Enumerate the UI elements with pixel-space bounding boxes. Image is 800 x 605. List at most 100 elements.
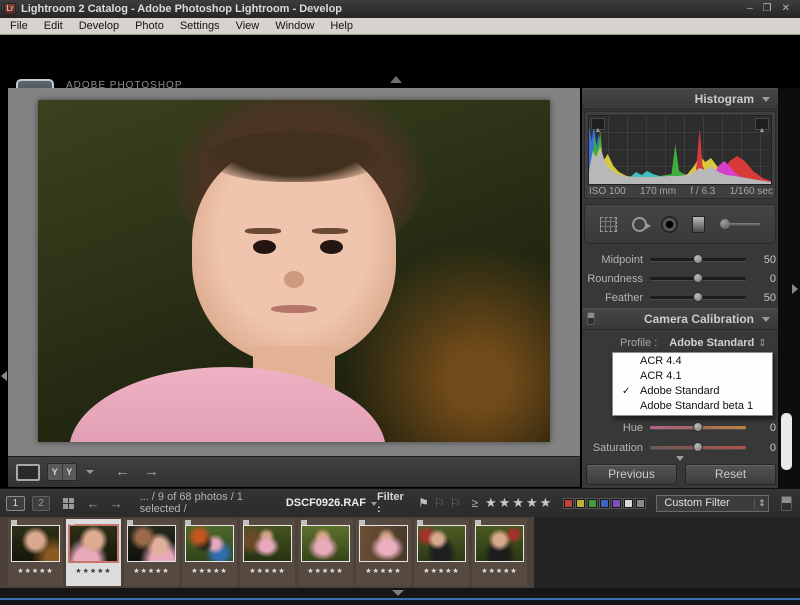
thumbnail-photo[interactable] [11, 525, 60, 562]
highlight-clipping-indicator-icon[interactable]: ▲ [755, 118, 769, 130]
hue-slider[interactable] [650, 426, 746, 429]
color-label-purple[interactable] [612, 499, 621, 508]
panel-enable-switch-icon[interactable] [587, 312, 595, 325]
roundness-value[interactable]: 0 [746, 273, 776, 285]
rating-gte-symbol[interactable]: ≥ [471, 496, 478, 510]
main-window-button[interactable]: 1 [6, 496, 25, 511]
filmstrip-back-arrow-icon[interactable]: ← [82, 496, 105, 511]
top-panel-collapse-arrow-icon[interactable] [390, 76, 402, 83]
profile-menu-item-adobe-standard[interactable]: ✓ Adobe Standard [613, 384, 772, 399]
thumbnail-4[interactable]: ★★★★★ [182, 519, 237, 586]
filmstrip-filename[interactable]: DSCF0926.RAF [286, 497, 366, 509]
thumbnail-5[interactable]: ★★★★★ [240, 519, 295, 586]
thumbnail-9[interactable]: ★★★★★ [472, 519, 527, 586]
saturation-slider[interactable] [650, 446, 746, 449]
camera-calibration-collapse-icon[interactable] [762, 317, 770, 322]
feather-value[interactable]: 50 [746, 292, 776, 304]
menu-settings[interactable]: Settings [172, 18, 228, 34]
thumbnail-photo[interactable] [359, 525, 408, 562]
previous-button[interactable]: Previous [586, 464, 677, 485]
rating-stars-filter[interactable]: ★★★★★ [485, 495, 553, 511]
loupe-view-icon[interactable] [16, 464, 40, 481]
spot-removal-tool-icon[interactable] [632, 217, 647, 232]
histogram-panel-header[interactable]: Histogram [582, 88, 778, 110]
profile-menu-item-adobe-standard-beta[interactable]: Adobe Standard beta 1 [613, 399, 772, 414]
thumbnail-1[interactable]: ★★★★★ [8, 519, 63, 586]
menu-help[interactable]: Help [322, 18, 361, 34]
menu-view[interactable]: View [228, 18, 268, 34]
reset-button[interactable]: Reset [685, 464, 776, 485]
custom-filter-select[interactable]: Custom Filter ⇕ [656, 495, 769, 512]
main-photo[interactable] [38, 100, 550, 442]
feather-slider-thumb[interactable] [693, 292, 703, 302]
thumb-stars[interactable]: ★★★★★ [414, 567, 469, 575]
profile-menu-item-acr41[interactable]: ACR 4.1 [613, 369, 772, 384]
thumbnail-photo[interactable] [185, 525, 234, 562]
previous-photo-arrow-icon[interactable]: ← [115, 463, 130, 481]
midpoint-slider-thumb[interactable] [693, 254, 703, 264]
filmstrip-breadcrumb[interactable]: ... / 9 of 68 photos / 1 selected / [140, 491, 282, 515]
roundness-slider[interactable] [650, 277, 746, 280]
red-eye-tool-icon[interactable] [661, 216, 678, 233]
before-after-button[interactable]: Y Y [47, 463, 77, 481]
thumb-stars[interactable]: ★★★★★ [240, 567, 295, 575]
camera-calibration-panel-header[interactable]: Camera Calibration [582, 308, 778, 330]
color-label-green[interactable] [588, 499, 597, 508]
menu-window[interactable]: Window [267, 18, 322, 34]
graduated-filter-tool-icon[interactable] [692, 216, 705, 233]
thumbnail-3[interactable]: ★★★★★ [124, 519, 179, 586]
thumb-stars[interactable]: ★★★★★ [298, 567, 353, 575]
midpoint-value[interactable]: 50 [746, 254, 776, 266]
color-label-white[interactable] [624, 499, 633, 508]
profile-value[interactable]: Adobe Standard [669, 337, 754, 349]
thumb-stars[interactable]: ★★★★★ [124, 567, 179, 575]
flag-unflagged-icon[interactable]: ⚐ [434, 496, 445, 510]
thumb-stars[interactable]: ★★★★★ [472, 567, 527, 575]
saturation-value[interactable]: 0 [746, 442, 776, 454]
close-icon[interactable]: ✕ [782, 3, 790, 15]
thumbnail-photo[interactable] [475, 525, 524, 562]
thumb-stars[interactable]: ★★★★★ [66, 567, 121, 575]
shadow-clipping-indicator-icon[interactable]: ▲ [591, 118, 605, 130]
thumb-stars[interactable]: ★★★★★ [356, 567, 411, 575]
filmstrip-forward-arrow-icon[interactable]: → [105, 496, 128, 511]
menu-edit[interactable]: Edit [36, 18, 71, 34]
crop-tool-icon[interactable] [600, 217, 617, 232]
thumb-stars[interactable]: ★★★★★ [182, 567, 237, 575]
thumbnail-photo[interactable] [417, 525, 466, 562]
color-label-gray[interactable] [636, 499, 645, 508]
feather-slider[interactable] [650, 296, 746, 299]
menu-develop[interactable]: Develop [71, 18, 127, 34]
menu-photo[interactable]: Photo [127, 18, 172, 34]
color-label-yellow[interactable] [576, 499, 585, 508]
next-photo-arrow-icon[interactable]: → [144, 463, 159, 481]
right-panel-collapse-arrow-icon[interactable] [792, 284, 798, 294]
thumb-stars[interactable]: ★★★★★ [8, 567, 63, 575]
before-after-dropdown-icon[interactable] [86, 470, 94, 474]
adjustment-brush-tool-icon[interactable] [720, 219, 760, 229]
menu-file[interactable]: File [2, 18, 36, 34]
color-label-blue[interactable] [600, 499, 609, 508]
right-panel-scrollbar[interactable] [781, 413, 792, 470]
profile-updown-icon[interactable]: ⇕ [758, 338, 766, 349]
roundness-slider-thumb[interactable] [693, 273, 703, 283]
filter-enable-switch-icon[interactable] [781, 496, 792, 511]
flag-picked-icon[interactable]: ⚑ [418, 496, 429, 510]
saturation-slider-thumb[interactable] [693, 442, 703, 452]
histogram-chart[interactable]: ▲ ▲ [588, 115, 772, 185]
thumbnail-8[interactable]: ★★★★★ [414, 519, 469, 586]
grid-view-icon[interactable] [63, 498, 73, 509]
thumbnail-photo[interactable] [243, 525, 292, 562]
color-label-red[interactable] [564, 499, 573, 508]
flag-rejected-icon[interactable]: ⚐ [450, 496, 461, 510]
minimize-icon[interactable]: – [747, 3, 753, 15]
profile-menu-item-acr44[interactable]: ACR 4.4 [613, 354, 772, 369]
restore-icon[interactable]: ❐ [763, 3, 772, 15]
second-window-button[interactable]: 2 [32, 496, 51, 511]
thumbnail-photo[interactable] [301, 525, 350, 562]
bottom-panel-collapse-arrow-icon[interactable] [392, 590, 404, 596]
midpoint-slider[interactable] [650, 258, 746, 261]
thumbnail-6[interactable]: ★★★★★ [298, 519, 353, 586]
thumbnail-2-selected[interactable]: ★★★★★ [66, 519, 121, 586]
hue-slider-thumb[interactable] [693, 422, 703, 432]
